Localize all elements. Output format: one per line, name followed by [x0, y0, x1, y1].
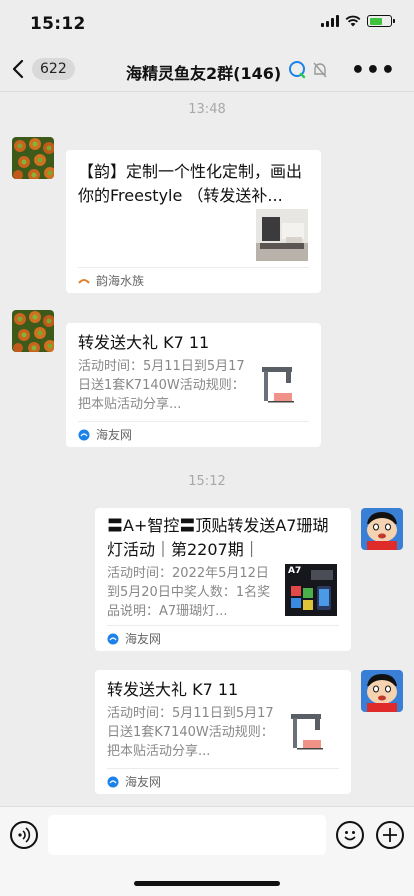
source-logo-icon: [107, 776, 119, 787]
card-title: 〓A+智控〓顶贴转发送A7珊瑚灯活动｜第2207期｜: [107, 516, 329, 559]
emoji-button[interactable]: [336, 821, 364, 849]
signal-icon: [321, 15, 339, 27]
shared-link-card[interactable]: 转发送大礼 K7 11 活动时间：5月11日到5月17日送1套K7140W活动规…: [95, 670, 351, 794]
source-logo-icon: [78, 278, 90, 284]
card-thumbnail: A7: [285, 564, 337, 616]
nav-bar: 622 海精灵鱼友2群(146) •••: [0, 48, 414, 92]
status-icons: [321, 15, 395, 27]
card-thumbnail: [285, 708, 337, 760]
emoji-icon: [344, 831, 356, 841]
card-source: 海友网: [96, 428, 133, 442]
voice-icon: [18, 827, 31, 843]
card-footer: 海友网: [107, 625, 339, 651]
plus-button[interactable]: [376, 821, 404, 849]
avatar[interactable]: [12, 137, 54, 179]
shared-link-card[interactable]: 【韵】定制一个性化定制，画出你的Freestyle （转发送补... 韵海水族: [66, 150, 321, 293]
wifi-icon: [345, 15, 361, 27]
voice-button[interactable]: [10, 821, 38, 849]
avatar[interactable]: [361, 670, 403, 712]
card-thumbnail-label: A7: [288, 566, 302, 576]
battery-icon: [367, 15, 395, 27]
message-input[interactable]: [48, 815, 326, 855]
card-title: 转发送大礼 K7 11: [107, 680, 239, 699]
card-source: 韵海水族: [96, 274, 145, 288]
card-title: 转发送大礼 K7 11: [78, 333, 210, 352]
card-thumbnail: [256, 361, 308, 413]
card-description: 活动时间：5月11日到5月17日送1套K7140W活动规则：把本贴活动分享...: [78, 359, 245, 412]
message-time-label: 15:12: [188, 474, 226, 489]
mute-icon: [313, 62, 327, 78]
avatar[interactable]: [12, 310, 54, 352]
card-thumbnail: [256, 209, 308, 261]
back-button[interactable]: 622: [12, 58, 75, 80]
card-source: 海友网: [125, 775, 162, 789]
home-indicator[interactable]: [134, 881, 280, 886]
card-source: 海友网: [125, 632, 162, 646]
card-footer: 海友网: [78, 421, 309, 447]
more-icon[interactable]: •••: [351, 58, 396, 83]
unread-count-badge: 622: [32, 58, 75, 80]
card-footer: 海友网: [107, 768, 339, 794]
chat-bubble-icon: [289, 61, 306, 79]
status-time: 15:12: [30, 14, 86, 34]
card-title: 【韵】定制一个性化定制，画出你的Freestyle （转发送补...: [78, 162, 303, 205]
source-logo-icon: [78, 429, 90, 440]
avatar[interactable]: [361, 508, 403, 550]
plus-icon: [383, 828, 397, 842]
message-time-label: 13:48: [188, 102, 226, 117]
back-icon: [12, 59, 24, 79]
card-description: 活动时间：2022年5月12日到5月20日中奖人数：1名奖品说明：A7珊瑚灯..…: [107, 566, 271, 619]
page-title: 海精灵鱼友2群(146): [126, 64, 282, 83]
shared-link-card[interactable]: 〓A+智控〓顶贴转发送A7珊瑚灯活动｜第2207期｜ 活动时间：2022年5月1…: [95, 508, 351, 651]
shared-link-card[interactable]: 转发送大礼 K7 11 活动时间：5月11日到5月17日送1套K7140W活动规…: [66, 323, 321, 447]
source-logo-icon: [107, 633, 119, 644]
card-description: 活动时间：5月11日到5月17日送1套K7140W活动规则：把本贴活动分享...: [107, 706, 274, 759]
nav-status-icons: [288, 61, 328, 79]
status-bar: 15:12: [0, 0, 414, 48]
card-footer: 韵海水族: [78, 267, 309, 293]
